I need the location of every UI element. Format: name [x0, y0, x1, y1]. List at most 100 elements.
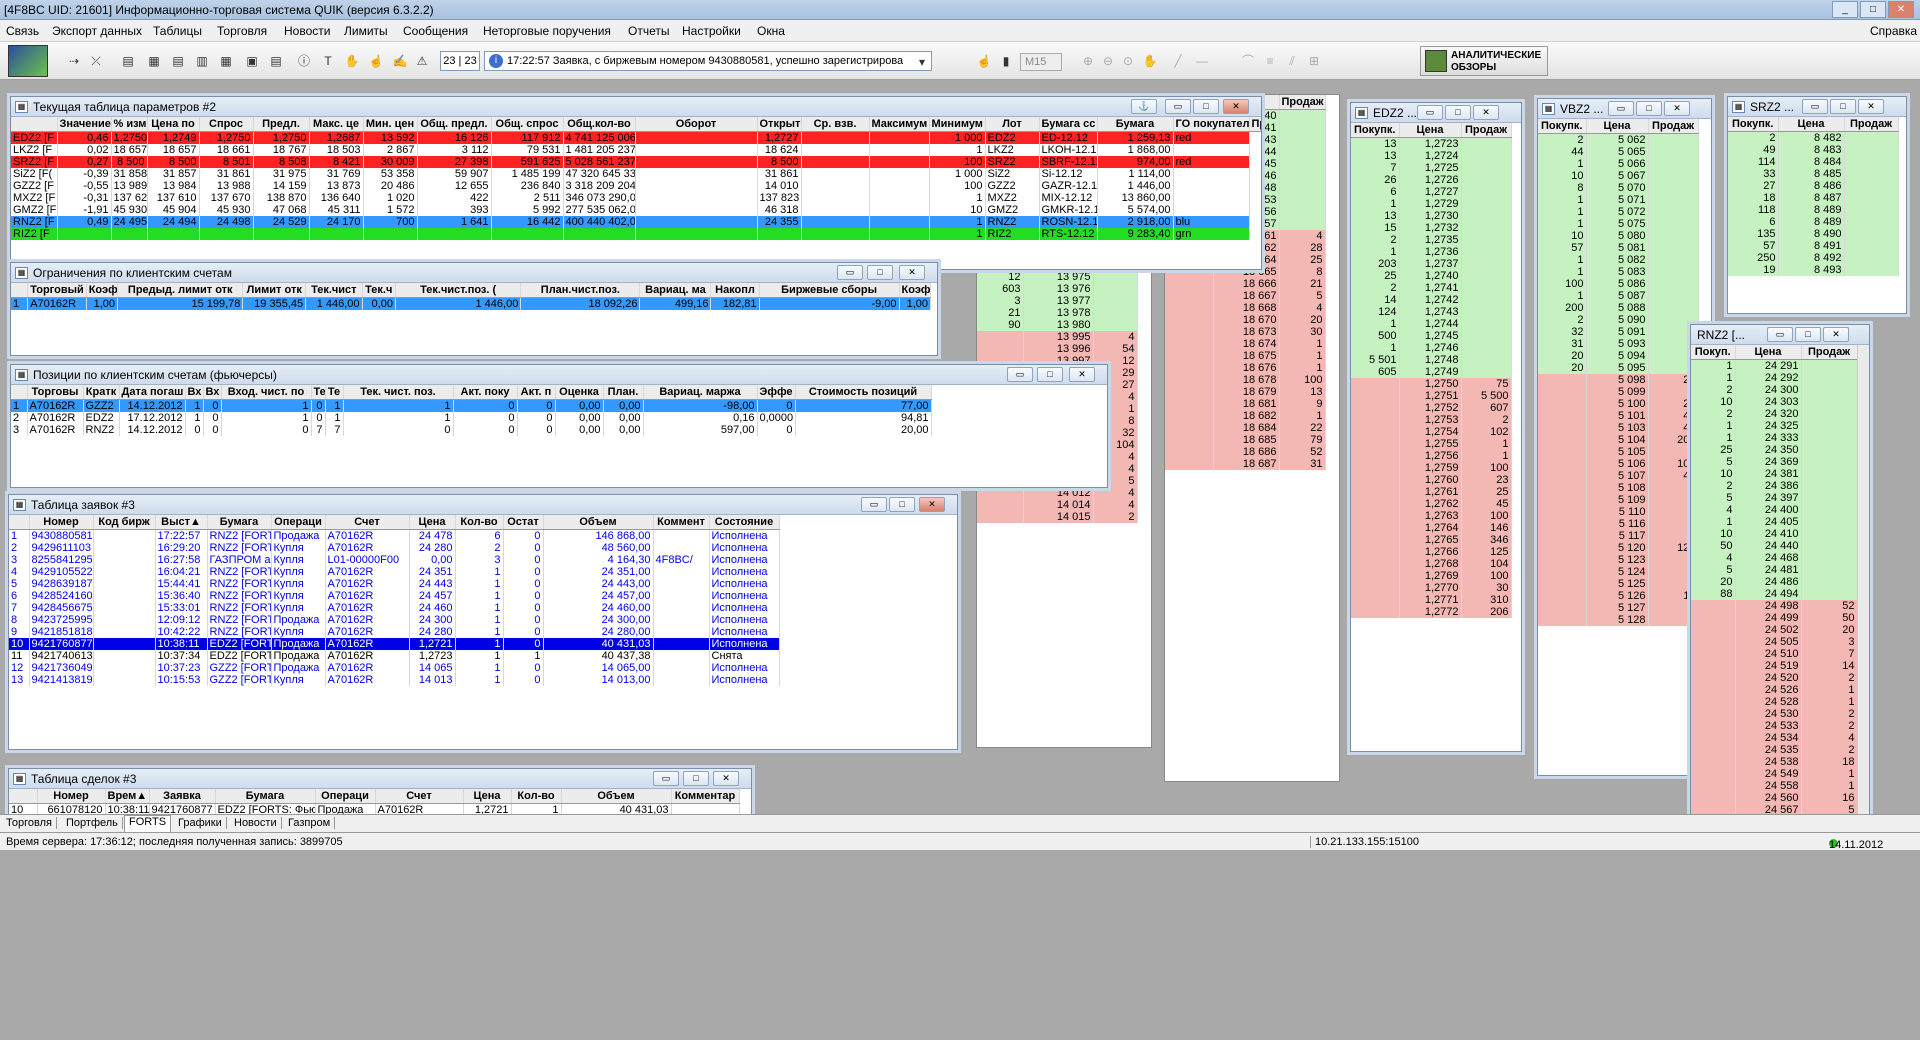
col-header[interactable]: Эффе	[757, 385, 796, 400]
col-header[interactable]: Вх	[203, 385, 222, 400]
col-header[interactable]: Остат	[503, 515, 544, 530]
col-header[interactable]: Коэф.	[86, 283, 119, 298]
col-header[interactable]: Коммент	[653, 515, 710, 530]
orderbook-row[interactable]: 14 1,2742	[1351, 294, 1512, 306]
col-header[interactable]: Цена	[1586, 119, 1649, 134]
orderbook-row[interactable]: 28 482	[1728, 131, 1899, 144]
hline-icon[interactable]: —	[1194, 53, 1210, 69]
orderbook-row[interactable]: 10 24 410	[1691, 528, 1858, 540]
orderbook-row[interactable]: 5 24 397	[1691, 492, 1858, 504]
col-header[interactable]: Минимум	[929, 117, 986, 132]
table-row[interactable]: RIZ2 [F 1 RIZ2 RTS-12.12 9 283,40 grn	[11, 228, 1261, 240]
orderbook-row[interactable]: 4 24 468	[1691, 552, 1858, 564]
close-icon[interactable]: ✕	[1664, 101, 1690, 116]
col-header[interactable]: Тек. чист. поз.	[343, 385, 454, 400]
orderbook-row[interactable]: 18 668 4	[1165, 302, 1326, 314]
orderbook-row[interactable]: 24 498 52	[1691, 600, 1858, 612]
col-header[interactable]: Выст▲	[155, 515, 208, 530]
orderbook-row[interactable]: 2 1,2741	[1351, 282, 1512, 294]
col-header[interactable]: Ср. взв.	[801, 117, 870, 132]
orderbook-row[interactable]: 1,2760 23	[1351, 474, 1512, 486]
orderbook-row[interactable]: 18 678 100	[1165, 374, 1326, 386]
orderbook-row[interactable]: 14 015 2	[977, 511, 1138, 523]
col-header[interactable]: Тек.чист	[305, 283, 363, 298]
menu-windows[interactable]: Окна	[757, 24, 785, 38]
table-row[interactable]: GZZ2 [F -0,55 13 989 13 984 13 988 14 159 13 8…	[11, 180, 1261, 192]
orderbook-row[interactable]: 1,2765 346	[1351, 534, 1512, 546]
table-row[interactable]: 3 8255841295 16:27:58 ГАЗПРОМ ао Купля L01-00…	[9, 554, 780, 566]
orderbook-row[interactable]: 10 5 067	[1538, 170, 1699, 182]
orderbook-row[interactable]: 1 1,2744	[1351, 318, 1512, 330]
orderbook-row[interactable]: 5 1281	[1538, 614, 1699, 626]
orderbook-row[interactable]: 44 5 065	[1538, 146, 1699, 158]
orderbook-row[interactable]: 18 676 1	[1165, 362, 1326, 374]
orderbook-row[interactable]: 13 1,2730	[1351, 210, 1512, 222]
anchor-icon[interactable]: ⚓	[1131, 99, 1157, 114]
table-row[interactable]: EDZ2 [F 0,46 1,2750 1,2749 1,2750 1,2750 1,268…	[11, 131, 1261, 144]
tab-news[interactable]: Новости	[230, 817, 282, 829]
col-header[interactable]: Бумага	[215, 789, 316, 804]
table-row[interactable]: 2 9429611103 16:29:20 RNZ2 [FORT Купля A70162…	[9, 542, 780, 554]
orderbook-row[interactable]: 20 5 095	[1538, 362, 1699, 374]
minimize-icon[interactable]: ▭	[1165, 99, 1191, 114]
orderbook-row[interactable]: 15 075	[1538, 218, 1699, 230]
col-header[interactable]: Операци	[271, 515, 326, 530]
maximize-icon[interactable]: □	[1636, 101, 1662, 116]
col-header[interactable]: Акт. п	[517, 385, 556, 400]
orderbook-row[interactable]: 10 24 303	[1691, 396, 1858, 408]
orderbook-row[interactable]: 5 1051	[1538, 446, 1699, 458]
col-header[interactable]: Цена	[1399, 123, 1462, 138]
orderbook-row[interactable]: 1,2761 25	[1351, 486, 1512, 498]
col-header[interactable]: Вх	[185, 385, 204, 400]
col-header[interactable]: Объем	[543, 515, 654, 530]
orderbook-row[interactable]: 24 520 2	[1691, 672, 1858, 684]
table4-icon[interactable]: ▥	[194, 53, 210, 69]
orderbook-row[interactable]: 1 24 292	[1691, 372, 1858, 384]
orderbook-row[interactable]: 25 1,2740	[1351, 270, 1512, 282]
table-row[interactable]: 13 9421413819 10:15:53 GZZ2 [FORT: Купля A701…	[9, 674, 780, 686]
orderbook-row[interactable]: 1,2764 146	[1351, 522, 1512, 534]
menu-reports[interactable]: Отчеты	[628, 24, 669, 38]
orderbook-row[interactable]: 24 549 1	[1691, 768, 1858, 780]
orderbook-row[interactable]: 18 687 31	[1165, 458, 1326, 470]
col-header[interactable]: Общ.кол-во	[563, 117, 636, 132]
orderbook-row[interactable]: 14 014 4	[977, 499, 1138, 511]
line-icon[interactable]: ╱	[1170, 53, 1186, 69]
orderbook-row[interactable]: 31 5 093	[1538, 338, 1699, 350]
col-header[interactable]: Максимум	[869, 117, 930, 132]
col-header[interactable]: Предл.	[253, 117, 310, 132]
orderbook-row[interactable]: 32 5 091	[1538, 326, 1699, 338]
close-icon[interactable]: ✕	[1823, 327, 1849, 342]
col-header[interactable]: Пр	[1249, 117, 1261, 132]
maximize-icon[interactable]: □	[867, 265, 893, 280]
col-header[interactable]: Те	[325, 385, 344, 400]
col-header[interactable]: Накопл	[710, 283, 760, 298]
table6-icon[interactable]: ▣	[244, 53, 260, 69]
table-row[interactable]: 7 9428456675 15:33:01 RNZ2 [FORT Купля A70162…	[9, 602, 780, 614]
orderbook-row[interactable]: 5 0992	[1538, 386, 1699, 398]
col-header[interactable]: ГО покупател	[1173, 117, 1250, 132]
hand3-icon[interactable]: ✍	[392, 53, 408, 69]
close-icon[interactable]: ✕	[899, 265, 925, 280]
maximize-icon[interactable]: □	[1795, 327, 1821, 342]
table-row[interactable]: RNZ2 [F 0,49 24 495 24 494 24 498 24 529 24 17…	[11, 216, 1261, 228]
orderbook-row[interactable]: 1 24 405	[1691, 516, 1858, 528]
table-row[interactable]: GMZ2 [F -1,91 45 930 45 904 45 930 47 068 45 3…	[11, 204, 1261, 216]
hand-icon[interactable]: ✋	[344, 53, 360, 69]
orderbook-row[interactable]: 88 24 494	[1691, 588, 1858, 600]
orderbook-row[interactable]: 5 12610	[1538, 590, 1699, 602]
zoom-out-icon[interactable]: ⊖	[1100, 53, 1116, 69]
zoom-in-icon[interactable]: ⊕	[1080, 53, 1096, 69]
col-header[interactable]: Бумага	[207, 515, 272, 530]
orderbook-row[interactable]: 18 684 22	[1165, 422, 1326, 434]
orderbook-row[interactable]: 4 24 400	[1691, 504, 1858, 516]
minimize-icon[interactable]: ▭	[837, 265, 863, 280]
orderbook-row[interactable]: 124 1,2743	[1351, 306, 1512, 318]
orderbook-row[interactable]: 24 528 1	[1691, 696, 1858, 708]
table-row[interactable]: MXZ2 [F-0,31137 620137 610137 670138 870…	[11, 192, 1261, 204]
orderbook-row[interactable]: 1,2759 100	[1351, 462, 1512, 474]
orderbook-row[interactable]: 20 24 486	[1691, 576, 1858, 588]
orderbook-row[interactable]: 24 558 1	[1691, 780, 1858, 792]
orderbook-row[interactable]: 1,2771 310	[1351, 594, 1512, 606]
orderbook-row[interactable]: 15 071	[1538, 194, 1699, 206]
